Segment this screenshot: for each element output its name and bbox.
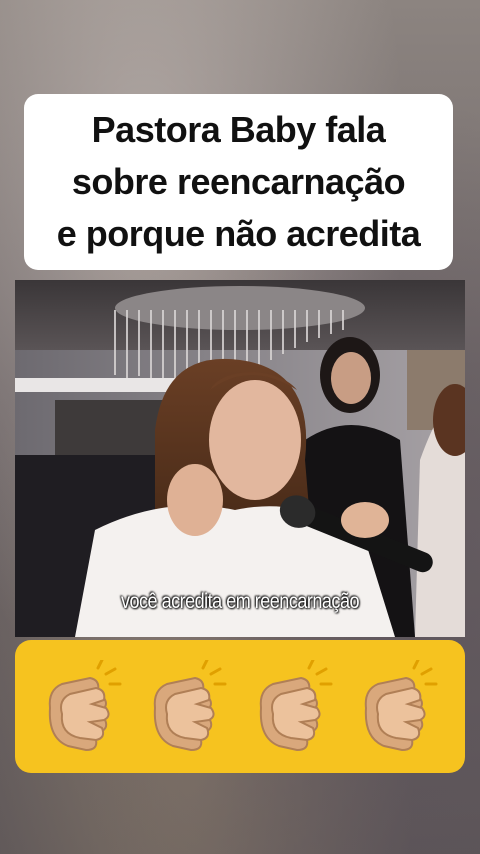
video-caption: você acredita em reencarnação	[120, 590, 360, 613]
title-line-2: sobre reencarnação	[71, 161, 406, 202]
video-scene	[15, 280, 465, 637]
clapping-hands-icon	[251, 658, 335, 754]
clapping-hands-icon	[40, 658, 124, 754]
title-line-3: e porque não acredita	[56, 213, 421, 254]
clapping-hands-icon	[356, 658, 440, 754]
applause-bar	[15, 640, 465, 773]
title-line-1: Pastora Baby fala	[91, 109, 386, 150]
video-frame[interactable]: você acredita em reencarnação	[15, 280, 465, 637]
clapping-hands-icon	[145, 658, 229, 754]
title-card: Pastora Baby fala sobre reencarnação e p…	[24, 94, 453, 270]
